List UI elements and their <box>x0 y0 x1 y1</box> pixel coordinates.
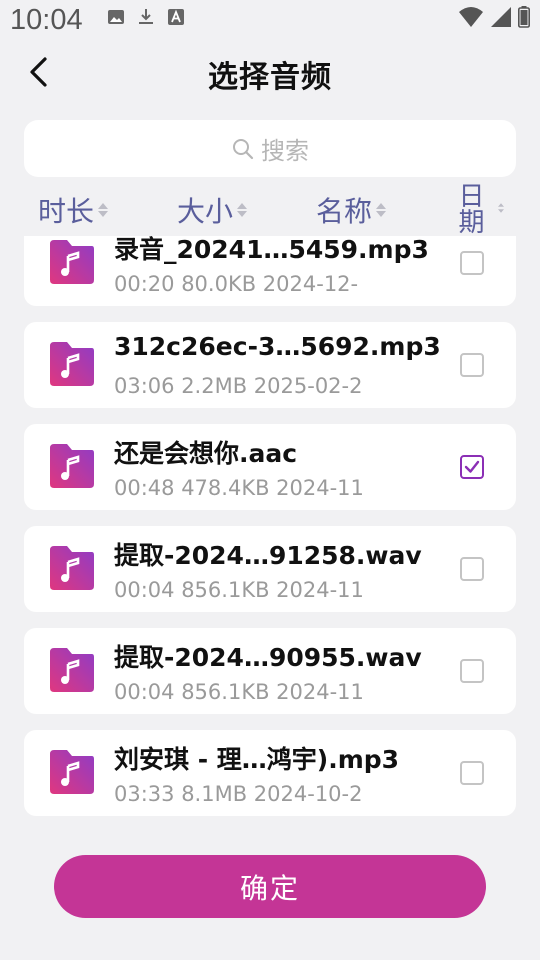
status-bar: 10:04 <box>0 0 540 44</box>
status-notification-icons <box>107 8 185 26</box>
file-meta: 00:04 856.1KB 2024-11 <box>114 578 364 602</box>
font-a-icon <box>168 9 184 25</box>
select-checkbox[interactable] <box>460 557 484 581</box>
select-checkbox[interactable] <box>460 659 484 683</box>
file-name: 还是会想你.aac <box>114 439 298 468</box>
sort-size-label: 大小 <box>177 195 234 228</box>
wifi-icon <box>459 7 483 27</box>
sort-arrows-icon <box>496 202 506 214</box>
file-meta: 00:20 80.0KB 2024-12- <box>114 272 359 296</box>
download-icon <box>139 9 153 24</box>
image-icon <box>108 10 124 24</box>
select-checkbox[interactable] <box>460 353 484 377</box>
select-checkbox-checked[interactable] <box>460 455 484 479</box>
audio-file-list[interactable]: 录音_20241…5459.mp3 00:20 80.0KB 2024-12- … <box>0 236 540 832</box>
file-name: 提取-2024…90955.wav <box>114 643 422 672</box>
file-name: 录音_20241…5459.mp3 <box>114 236 429 264</box>
confirm-button[interactable]: 确定 <box>54 855 486 918</box>
checkmark-icon <box>464 460 480 473</box>
sort-arrows-icon <box>237 203 248 217</box>
file-meta: 03:06 2.2MB 2025-02-2 <box>114 374 363 398</box>
sort-duration-label: 时长 <box>38 195 95 228</box>
sort-bar: 时长 大小 名称 日期 <box>0 182 540 234</box>
status-system-icons <box>458 6 530 28</box>
music-folder-icon <box>50 240 94 284</box>
search-placeholder: 搜索 <box>261 137 309 165</box>
music-folder-icon <box>50 342 94 386</box>
list-item[interactable]: 312c26ec-3…5692.mp3 03:06 2.2MB 2025-02-… <box>24 322 516 408</box>
sort-name[interactable]: 名称 <box>316 190 387 230</box>
app-header: 选择音频 <box>0 44 540 100</box>
file-meta: 00:04 856.1KB 2024-11 <box>114 680 364 704</box>
status-time: 10:04 <box>10 4 83 36</box>
file-name: 提取-2024…91258.wav <box>114 541 422 570</box>
select-checkbox[interactable] <box>460 251 484 275</box>
file-meta: 03:33 8.1MB 2024-10-2 <box>114 782 363 806</box>
list-item[interactable]: 提取-2024…90955.wav 00:04 856.1KB 2024-11 <box>24 628 516 714</box>
list-item[interactable]: 刘安琪 - 理…鸿宇).mp3 03:33 8.1MB 2024-10-2 <box>24 730 516 816</box>
search-icon <box>233 138 254 159</box>
sort-name-label: 名称 <box>316 195 373 228</box>
sort-date-label: 日期 <box>454 182 484 234</box>
file-name: 刘安琪 - 理…鸿宇).mp3 <box>114 745 400 774</box>
signal-icon <box>491 7 511 27</box>
list-item[interactable]: 录音_20241…5459.mp3 00:20 80.0KB 2024-12- <box>24 236 516 306</box>
sort-duration[interactable]: 时长 <box>38 190 109 230</box>
page-title: 选择音频 <box>208 60 332 95</box>
search-input[interactable]: 搜索 <box>24 120 516 177</box>
music-folder-icon <box>50 444 94 488</box>
battery-icon <box>518 6 530 28</box>
sort-date[interactable]: 日期 <box>454 182 484 234</box>
sort-arrows-icon <box>98 203 109 217</box>
music-folder-icon <box>50 546 94 590</box>
select-checkbox[interactable] <box>460 761 484 785</box>
sort-arrows-icon <box>376 203 387 217</box>
music-folder-icon <box>50 750 94 794</box>
file-name: 312c26ec-3…5692.mp3 <box>114 332 441 361</box>
music-folder-icon <box>50 648 94 692</box>
sort-size[interactable]: 大小 <box>177 190 248 230</box>
list-item[interactable]: 提取-2024…91258.wav 00:04 856.1KB 2024-11 <box>24 526 516 612</box>
file-meta: 00:48 478.4KB 2024-11 <box>114 476 364 500</box>
list-item[interactable]: 还是会想你.aac 00:48 478.4KB 2024-11 <box>24 424 516 510</box>
